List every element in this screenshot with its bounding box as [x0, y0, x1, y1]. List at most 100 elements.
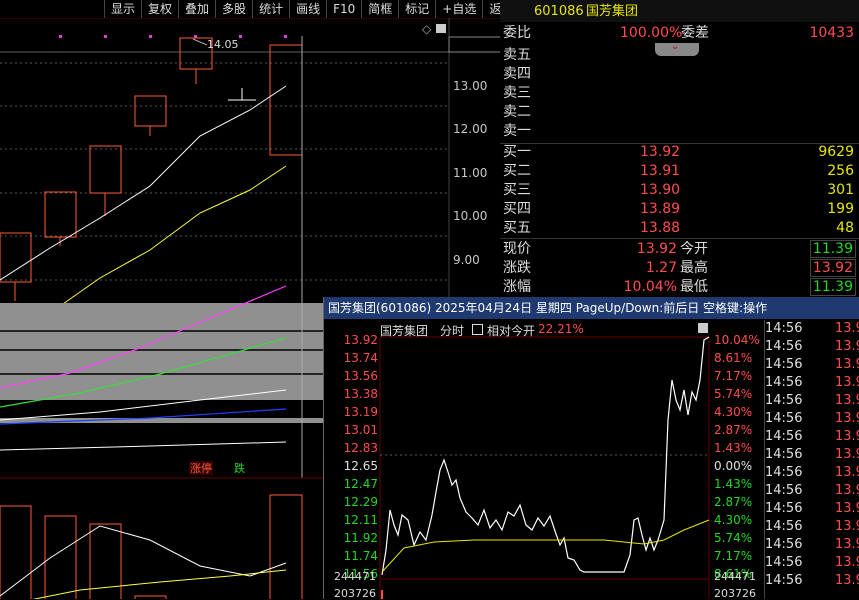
limit-up-tag: 涨停	[190, 461, 212, 475]
intraday-price-label: 12.65	[343, 459, 378, 473]
toolbar-item-9[interactable]: +自选	[435, 0, 482, 18]
toolbar-item-3[interactable]: 多股	[215, 0, 252, 18]
trade-price: 13.9	[835, 321, 859, 336]
stock-name: 国芳集团	[586, 4, 639, 19]
trade-time: 14:56	[765, 321, 803, 336]
trade-time: 14:56	[765, 483, 803, 498]
trade-time: 14:56	[765, 501, 803, 516]
candlesticks	[0, 37, 303, 301]
trade-row: 14:56 13.9	[765, 410, 859, 428]
trade-time: 14:56	[765, 411, 803, 426]
trade-time: 14:56	[765, 537, 803, 552]
intraday-pct-label: 7.17%	[714, 369, 753, 383]
trade-price: 13.9	[835, 393, 859, 408]
stat-label: 涨跌	[503, 260, 531, 276]
bid-price: 13.88	[640, 220, 681, 236]
trade-row: 14:56 13.9	[765, 374, 859, 392]
intraday-price-label: 13.01	[343, 423, 378, 437]
bid-row: 买二 13.91 256	[500, 162, 859, 181]
bid-price: 13.92	[640, 144, 681, 160]
volume-label-left-1: 244471	[334, 570, 376, 583]
ask-level-label: 卖三	[503, 85, 531, 101]
toolbar-item-2[interactable]: 叠加	[178, 0, 215, 18]
trade-time: 14:56	[765, 447, 803, 462]
bid-row: 买三 13.90 301	[500, 181, 859, 200]
order-book: 601086 国芳集团 委比 100.00% 委差 10433 ⌄ 卖五 卖四 卖三…	[500, 0, 859, 297]
trade-row: 14:56 13.9	[765, 554, 859, 572]
trade-row: 14:56 13.9	[765, 482, 859, 500]
intraday-pct-label: 5.74%	[714, 387, 753, 401]
trade-row: 14:56 13.9	[765, 464, 859, 482]
intraday-pct-label: 8.61%	[714, 351, 753, 365]
trade-price: 13.9	[835, 573, 859, 588]
toolbar-item-8[interactable]: 标记	[398, 0, 435, 18]
trade-row: 14:56 13.9	[765, 572, 859, 590]
price-axis-label: 11.00	[453, 166, 487, 180]
toolbar-item-7[interactable]: 简框	[361, 0, 398, 18]
stat-value: 11.39	[809, 240, 856, 258]
bid-level-label: 买五	[503, 220, 531, 236]
bid-level-label: 买三	[503, 182, 531, 198]
volume-label-right-1: 244471	[714, 570, 756, 583]
trade-row: 14:56 13.9	[765, 428, 859, 446]
toolbar-item-1[interactable]: 复权	[141, 0, 178, 18]
diamond-icon[interactable]: ◇	[422, 22, 432, 36]
trade-row: 14:56 13.9	[765, 536, 859, 554]
ask-level-label: 卖四	[503, 66, 531, 82]
bid-row: 买一 13.92 9629	[500, 143, 859, 162]
trade-price: 13.9	[835, 483, 859, 498]
trade-time: 14:56	[765, 573, 803, 588]
popup-title[interactable]: 国芳集团(601086) 2025年04月24日 星期四 PageUp/Down…	[324, 297, 859, 319]
intraday-pct-label: 7.17%	[714, 549, 753, 563]
intraday-price-label: 13.56	[343, 369, 378, 383]
trade-price: 13.9	[835, 375, 859, 390]
stat-row: 涨幅 10.04% 最低 11.39	[500, 278, 859, 297]
price-axis-label: 10.00	[453, 209, 487, 223]
ask-level-label: 卖二	[503, 104, 531, 120]
ask-row: 卖二	[500, 103, 859, 122]
trade-row: 14:56 13.9	[765, 500, 859, 518]
intraday-pct-label: 4.30%	[714, 405, 753, 419]
toolbar-item-6[interactable]: F10	[326, 0, 361, 18]
stat-label: 现价	[503, 241, 531, 257]
signal-dots	[59, 35, 287, 38]
bid-level-label: 买一	[503, 144, 531, 160]
intraday-price-label: 12.11	[343, 513, 378, 527]
price-axis-label: 13.00	[453, 79, 487, 93]
trade-price: 13.9	[835, 411, 859, 426]
intraday-pct-label: 4.30%	[714, 513, 753, 527]
toolbar-item-0[interactable]: 显示	[104, 0, 141, 18]
high-price-label: 14.05	[207, 38, 239, 51]
price-axis-label: 9.00	[453, 253, 480, 267]
trade-time: 14:56	[765, 375, 803, 390]
intraday-price-label: 13.38	[343, 387, 378, 401]
toolbar-item-5[interactable]: 画线	[289, 0, 326, 18]
intraday-pct-label: 0.00%	[714, 459, 753, 473]
bid-price: 13.89	[640, 201, 681, 217]
trade-price: 13.9	[835, 555, 859, 570]
trade-time: 14:56	[765, 357, 803, 372]
trade-row: 14:56 13.9	[765, 356, 859, 374]
trade-time: 14:56	[765, 339, 803, 354]
intraday-price-label: 12.83	[343, 441, 378, 455]
trade-price: 13.9	[835, 339, 859, 354]
trade-price: 13.9	[835, 429, 859, 444]
trade-time: 14:56	[765, 519, 803, 534]
bid-volume: 48	[836, 220, 854, 236]
toolbar-item-4[interactable]: 统计	[252, 0, 289, 18]
bid-volume: 9629	[818, 144, 854, 160]
ask-row: 卖三	[500, 84, 859, 103]
commission-diff-value: 10433	[809, 25, 854, 41]
intraday-pct-label: 2.87%	[714, 423, 753, 437]
commission-ratio-label: 委比	[503, 25, 531, 41]
stock-code: 601086	[534, 4, 584, 19]
bid-volume: 256	[827, 163, 854, 179]
intraday-popup[interactable]: 国芳集团(601086) 2025年04月24日 星期四 PageUp/Down…	[323, 297, 859, 600]
intraday-price-label: 13.92	[343, 333, 378, 347]
intraday-pct-label: 2.87%	[714, 495, 753, 509]
stat-label: 今开	[680, 241, 708, 257]
volume-label-left-2: 203726	[334, 587, 376, 600]
bid-level-label: 买二	[503, 163, 531, 179]
intraday-price-label: 13.74	[343, 351, 378, 365]
stat-value: 1.27	[645, 260, 677, 276]
